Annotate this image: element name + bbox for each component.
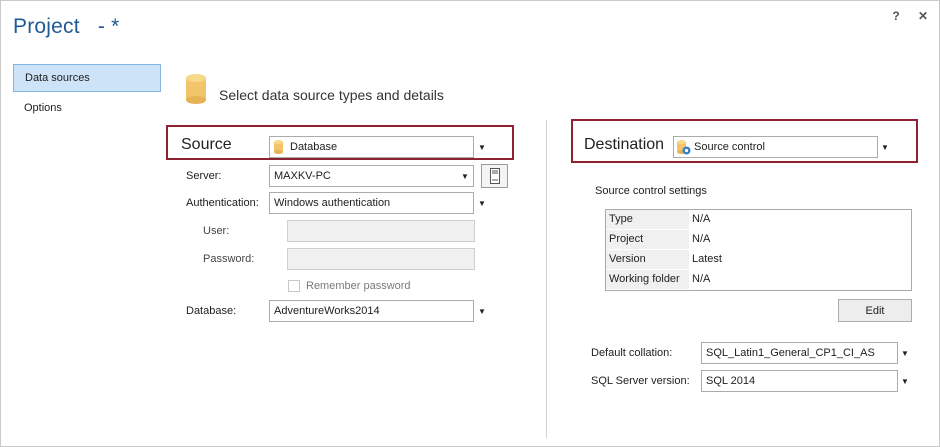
setting-value: N/A	[692, 213, 711, 225]
database-select[interactable]: AdventureWorks2014	[269, 300, 474, 322]
database-label: Database:	[186, 305, 237, 317]
database-icon	[186, 74, 206, 104]
setting-key: Working folder	[606, 270, 689, 290]
destination-label: Destination	[584, 136, 665, 153]
setting-value: N/A	[692, 233, 711, 245]
user-input[interactable]	[287, 220, 475, 242]
setting-key: Project	[606, 230, 689, 250]
edit-button[interactable]: Edit	[838, 299, 912, 322]
password-input[interactable]	[287, 248, 475, 270]
chevron-down-icon[interactable]: ▼	[478, 199, 486, 208]
source-label: Source	[181, 136, 232, 153]
nav-item-options[interactable]: Options	[13, 95, 161, 123]
chevron-down-icon[interactable]: ▼	[478, 307, 486, 316]
close-button[interactable]: ✕	[916, 9, 930, 23]
setting-key: Version	[606, 250, 689, 270]
table-row: Working folder N/A	[606, 270, 911, 290]
setting-value: N/A	[692, 273, 711, 285]
remember-password-label: Remember password	[306, 280, 411, 292]
sql-server-version-label: SQL Server version:	[591, 375, 690, 387]
setting-value: Latest	[692, 253, 722, 265]
destination-type-value: Source control	[694, 141, 765, 153]
browse-server-button[interactable]	[481, 164, 508, 188]
server-select[interactable]: MAXKV-PC	[269, 165, 474, 187]
source-control-settings-grid: Type N/A Project N/A Version Latest Work…	[605, 209, 912, 291]
chevron-down-icon[interactable]: ▼	[461, 172, 469, 181]
authentication-select[interactable]: Windows authentication	[269, 192, 474, 214]
help-button[interactable]: ?	[889, 9, 903, 23]
database-icon	[274, 140, 283, 154]
chevron-down-icon[interactable]: ▼	[901, 349, 909, 358]
nav-item-data-sources[interactable]: Data sources	[13, 64, 161, 92]
server-icon	[490, 168, 500, 184]
user-label: User:	[203, 225, 230, 237]
sql-server-version-select[interactable]: SQL 2014	[701, 370, 898, 392]
remember-password-checkbox[interactable]	[288, 280, 300, 292]
table-row: Version Latest	[606, 250, 911, 270]
source-type-select[interactable]: Database	[269, 136, 474, 158]
setting-key: Type	[606, 210, 689, 230]
authentication-label: Authentication:	[186, 197, 259, 209]
table-row: Type N/A	[606, 210, 911, 230]
chevron-down-icon[interactable]: ▼	[478, 143, 486, 152]
destination-type-select[interactable]: Source control	[673, 136, 878, 158]
chevron-down-icon[interactable]: ▼	[901, 377, 909, 386]
column-divider	[546, 120, 547, 438]
default-collation-label: Default collation:	[591, 347, 673, 359]
default-collation-select[interactable]: SQL_Latin1_General_CP1_CI_AS	[701, 342, 898, 364]
password-label: Password:	[203, 253, 255, 265]
source-control-settings-title: Source control settings	[595, 185, 707, 197]
dialog-title: Project - *	[13, 15, 120, 38]
source-type-value: Database	[290, 141, 338, 153]
chevron-down-icon[interactable]: ▼	[881, 143, 889, 152]
section-header: Select data source types and details	[219, 87, 444, 103]
server-label: Server:	[186, 170, 222, 182]
table-row: Project N/A	[606, 230, 911, 250]
source-control-icon	[677, 140, 691, 155]
